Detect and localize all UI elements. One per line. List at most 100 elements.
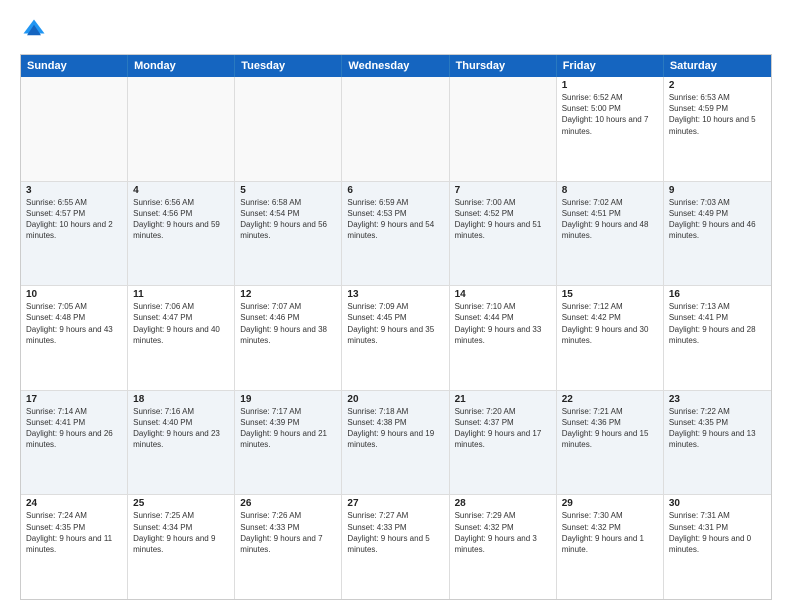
day-number: 21 xyxy=(455,394,551,405)
day-number: 25 xyxy=(133,498,229,509)
day-number: 19 xyxy=(240,394,336,405)
day-info: Sunrise: 7:18 AM Sunset: 4:38 PM Dayligh… xyxy=(347,406,443,451)
day-number: 1 xyxy=(562,80,658,91)
day-number: 26 xyxy=(240,498,336,509)
day-number: 24 xyxy=(26,498,122,509)
day-info: Sunrise: 6:59 AM Sunset: 4:53 PM Dayligh… xyxy=(347,197,443,242)
cal-day-18: 18Sunrise: 7:16 AM Sunset: 4:40 PM Dayli… xyxy=(128,391,235,495)
day-number: 8 xyxy=(562,185,658,196)
day-info: Sunrise: 7:12 AM Sunset: 4:42 PM Dayligh… xyxy=(562,301,658,346)
cal-day-11: 11Sunrise: 7:06 AM Sunset: 4:47 PM Dayli… xyxy=(128,286,235,390)
cal-day-21: 21Sunrise: 7:20 AM Sunset: 4:37 PM Dayli… xyxy=(450,391,557,495)
cal-day-22: 22Sunrise: 7:21 AM Sunset: 4:36 PM Dayli… xyxy=(557,391,664,495)
day-number: 7 xyxy=(455,185,551,196)
day-number: 6 xyxy=(347,185,443,196)
logo xyxy=(20,16,52,44)
cal-day-6: 6Sunrise: 6:59 AM Sunset: 4:53 PM Daylig… xyxy=(342,182,449,286)
cal-empty xyxy=(342,77,449,181)
day-info: Sunrise: 6:55 AM Sunset: 4:57 PM Dayligh… xyxy=(26,197,122,242)
cal-empty xyxy=(450,77,557,181)
day-info: Sunrise: 6:58 AM Sunset: 4:54 PM Dayligh… xyxy=(240,197,336,242)
cal-day-7: 7Sunrise: 7:00 AM Sunset: 4:52 PM Daylig… xyxy=(450,182,557,286)
day-info: Sunrise: 7:07 AM Sunset: 4:46 PM Dayligh… xyxy=(240,301,336,346)
logo-icon xyxy=(20,16,48,44)
day-number: 10 xyxy=(26,289,122,300)
cal-day-10: 10Sunrise: 7:05 AM Sunset: 4:48 PM Dayli… xyxy=(21,286,128,390)
day-number: 4 xyxy=(133,185,229,196)
cal-day-13: 13Sunrise: 7:09 AM Sunset: 4:45 PM Dayli… xyxy=(342,286,449,390)
calendar: SundayMondayTuesdayWednesdayThursdayFrid… xyxy=(20,54,772,600)
cal-day-9: 9Sunrise: 7:03 AM Sunset: 4:49 PM Daylig… xyxy=(664,182,771,286)
day-info: Sunrise: 7:03 AM Sunset: 4:49 PM Dayligh… xyxy=(669,197,766,242)
day-info: Sunrise: 7:24 AM Sunset: 4:35 PM Dayligh… xyxy=(26,510,122,555)
day-number: 30 xyxy=(669,498,766,509)
cal-week-5: 24Sunrise: 7:24 AM Sunset: 4:35 PM Dayli… xyxy=(21,495,771,599)
cal-header-sunday: Sunday xyxy=(21,55,128,77)
day-number: 23 xyxy=(669,394,766,405)
day-number: 18 xyxy=(133,394,229,405)
cal-day-16: 16Sunrise: 7:13 AM Sunset: 4:41 PM Dayli… xyxy=(664,286,771,390)
cal-day-20: 20Sunrise: 7:18 AM Sunset: 4:38 PM Dayli… xyxy=(342,391,449,495)
day-info: Sunrise: 7:29 AM Sunset: 4:32 PM Dayligh… xyxy=(455,510,551,555)
day-number: 13 xyxy=(347,289,443,300)
day-info: Sunrise: 7:30 AM Sunset: 4:32 PM Dayligh… xyxy=(562,510,658,555)
day-info: Sunrise: 7:21 AM Sunset: 4:36 PM Dayligh… xyxy=(562,406,658,451)
day-info: Sunrise: 7:27 AM Sunset: 4:33 PM Dayligh… xyxy=(347,510,443,555)
day-number: 9 xyxy=(669,185,766,196)
day-number: 29 xyxy=(562,498,658,509)
cal-day-19: 19Sunrise: 7:17 AM Sunset: 4:39 PM Dayli… xyxy=(235,391,342,495)
day-number: 5 xyxy=(240,185,336,196)
day-number: 2 xyxy=(669,80,766,91)
day-info: Sunrise: 7:17 AM Sunset: 4:39 PM Dayligh… xyxy=(240,406,336,451)
cal-empty xyxy=(128,77,235,181)
cal-week-1: 1Sunrise: 6:52 AM Sunset: 5:00 PM Daylig… xyxy=(21,77,771,182)
day-info: Sunrise: 7:00 AM Sunset: 4:52 PM Dayligh… xyxy=(455,197,551,242)
day-number: 16 xyxy=(669,289,766,300)
day-number: 17 xyxy=(26,394,122,405)
day-number: 28 xyxy=(455,498,551,509)
day-number: 15 xyxy=(562,289,658,300)
day-info: Sunrise: 6:52 AM Sunset: 5:00 PM Dayligh… xyxy=(562,92,658,137)
day-info: Sunrise: 7:10 AM Sunset: 4:44 PM Dayligh… xyxy=(455,301,551,346)
cal-header-friday: Friday xyxy=(557,55,664,77)
day-info: Sunrise: 7:09 AM Sunset: 4:45 PM Dayligh… xyxy=(347,301,443,346)
day-number: 12 xyxy=(240,289,336,300)
cal-day-2: 2Sunrise: 6:53 AM Sunset: 4:59 PM Daylig… xyxy=(664,77,771,181)
cal-day-1: 1Sunrise: 6:52 AM Sunset: 5:00 PM Daylig… xyxy=(557,77,664,181)
cal-day-5: 5Sunrise: 6:58 AM Sunset: 4:54 PM Daylig… xyxy=(235,182,342,286)
day-info: Sunrise: 7:05 AM Sunset: 4:48 PM Dayligh… xyxy=(26,301,122,346)
day-info: Sunrise: 7:31 AM Sunset: 4:31 PM Dayligh… xyxy=(669,510,766,555)
header xyxy=(20,16,772,44)
cal-day-27: 27Sunrise: 7:27 AM Sunset: 4:33 PM Dayli… xyxy=(342,495,449,599)
cal-week-3: 10Sunrise: 7:05 AM Sunset: 4:48 PM Dayli… xyxy=(21,286,771,391)
cal-day-24: 24Sunrise: 7:24 AM Sunset: 4:35 PM Dayli… xyxy=(21,495,128,599)
day-number: 27 xyxy=(347,498,443,509)
day-info: Sunrise: 7:22 AM Sunset: 4:35 PM Dayligh… xyxy=(669,406,766,451)
cal-day-17: 17Sunrise: 7:14 AM Sunset: 4:41 PM Dayli… xyxy=(21,391,128,495)
day-number: 20 xyxy=(347,394,443,405)
day-info: Sunrise: 6:56 AM Sunset: 4:56 PM Dayligh… xyxy=(133,197,229,242)
calendar-header-row: SundayMondayTuesdayWednesdayThursdayFrid… xyxy=(21,55,771,77)
day-number: 14 xyxy=(455,289,551,300)
cal-day-3: 3Sunrise: 6:55 AM Sunset: 4:57 PM Daylig… xyxy=(21,182,128,286)
cal-day-30: 30Sunrise: 7:31 AM Sunset: 4:31 PM Dayli… xyxy=(664,495,771,599)
day-info: Sunrise: 7:25 AM Sunset: 4:34 PM Dayligh… xyxy=(133,510,229,555)
day-number: 22 xyxy=(562,394,658,405)
day-info: Sunrise: 7:14 AM Sunset: 4:41 PM Dayligh… xyxy=(26,406,122,451)
day-info: Sunrise: 7:02 AM Sunset: 4:51 PM Dayligh… xyxy=(562,197,658,242)
cal-day-26: 26Sunrise: 7:26 AM Sunset: 4:33 PM Dayli… xyxy=(235,495,342,599)
day-info: Sunrise: 7:20 AM Sunset: 4:37 PM Dayligh… xyxy=(455,406,551,451)
cal-header-tuesday: Tuesday xyxy=(235,55,342,77)
cal-header-monday: Monday xyxy=(128,55,235,77)
page: SundayMondayTuesdayWednesdayThursdayFrid… xyxy=(0,0,792,612)
day-info: Sunrise: 7:26 AM Sunset: 4:33 PM Dayligh… xyxy=(240,510,336,555)
cal-day-4: 4Sunrise: 6:56 AM Sunset: 4:56 PM Daylig… xyxy=(128,182,235,286)
day-info: Sunrise: 7:16 AM Sunset: 4:40 PM Dayligh… xyxy=(133,406,229,451)
day-number: 3 xyxy=(26,185,122,196)
cal-day-25: 25Sunrise: 7:25 AM Sunset: 4:34 PM Dayli… xyxy=(128,495,235,599)
cal-day-23: 23Sunrise: 7:22 AM Sunset: 4:35 PM Dayli… xyxy=(664,391,771,495)
cal-header-saturday: Saturday xyxy=(664,55,771,77)
calendar-body: 1Sunrise: 6:52 AM Sunset: 5:00 PM Daylig… xyxy=(21,77,771,599)
cal-empty xyxy=(235,77,342,181)
cal-header-thursday: Thursday xyxy=(450,55,557,77)
